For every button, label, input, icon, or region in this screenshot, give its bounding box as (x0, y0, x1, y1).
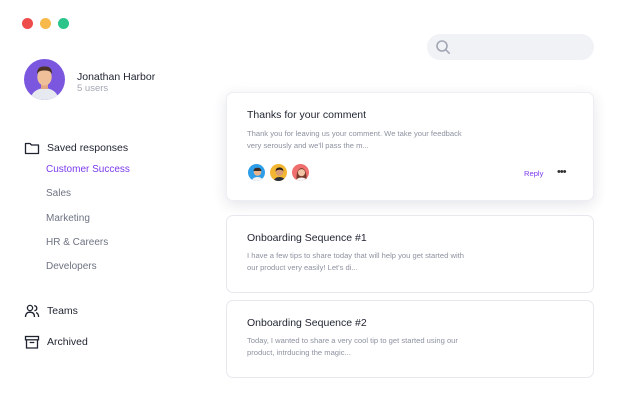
avatar[interactable] (291, 163, 310, 182)
card-preview: Thank you for leaving us your comment. W… (247, 129, 462, 150)
sidebar-archived[interactable]: Archived (24, 334, 88, 350)
sidebar-item-developers[interactable]: Developers (46, 261, 97, 272)
sidebar-saved-responses[interactable]: Saved responses (24, 140, 128, 156)
close-window-dot[interactable] (22, 18, 33, 29)
avatar[interactable] (269, 163, 288, 182)
card-title: Onboarding Sequence #2 (247, 317, 367, 329)
saved-responses-label: Saved responses (47, 142, 129, 154)
teams-label: Teams (47, 305, 78, 317)
response-card[interactable]: Thanks for your comment Thank you for le… (226, 92, 594, 201)
response-card[interactable]: Onboarding Sequence #1 I have a few tips… (226, 215, 594, 293)
user-name: Jonathan Harbor (77, 71, 156, 83)
minimize-window-dot[interactable] (40, 18, 51, 29)
sidebar-item-customer-success[interactable]: Customer Success (46, 164, 130, 175)
sidebar-item-sales[interactable]: Sales (46, 188, 71, 199)
maximize-window-dot[interactable] (58, 18, 69, 29)
card-preview: I have a few tips to share today that wi… (247, 251, 464, 272)
avatar[interactable] (247, 163, 266, 182)
search-input[interactable] (457, 41, 587, 53)
card-title: Thanks for your comment (247, 109, 367, 121)
archive-icon (24, 335, 40, 349)
search-bar[interactable] (427, 34, 594, 60)
folder-icon (24, 142, 40, 155)
card-preview: Today, I wanted to share a very cool tip… (247, 336, 458, 357)
sidebar-item-hr-careers[interactable]: HR & Careers (46, 237, 108, 248)
reply-button[interactable]: Reply (524, 169, 543, 178)
more-options-icon[interactable]: ••• (557, 167, 567, 178)
window-controls (22, 18, 69, 29)
users-icon (24, 304, 40, 318)
search-icon (436, 40, 450, 54)
sidebar-item-marketing[interactable]: Marketing (46, 213, 90, 224)
archived-label: Archived (47, 336, 88, 348)
user-avatar[interactable] (24, 59, 65, 100)
response-card[interactable]: Onboarding Sequence #2 Today, I wanted t… (226, 300, 594, 378)
user-count: 5 users (77, 83, 109, 94)
sidebar-teams[interactable]: Teams (24, 303, 78, 319)
card-title: Onboarding Sequence #1 (247, 232, 367, 244)
shared-with-avatars (247, 163, 313, 182)
